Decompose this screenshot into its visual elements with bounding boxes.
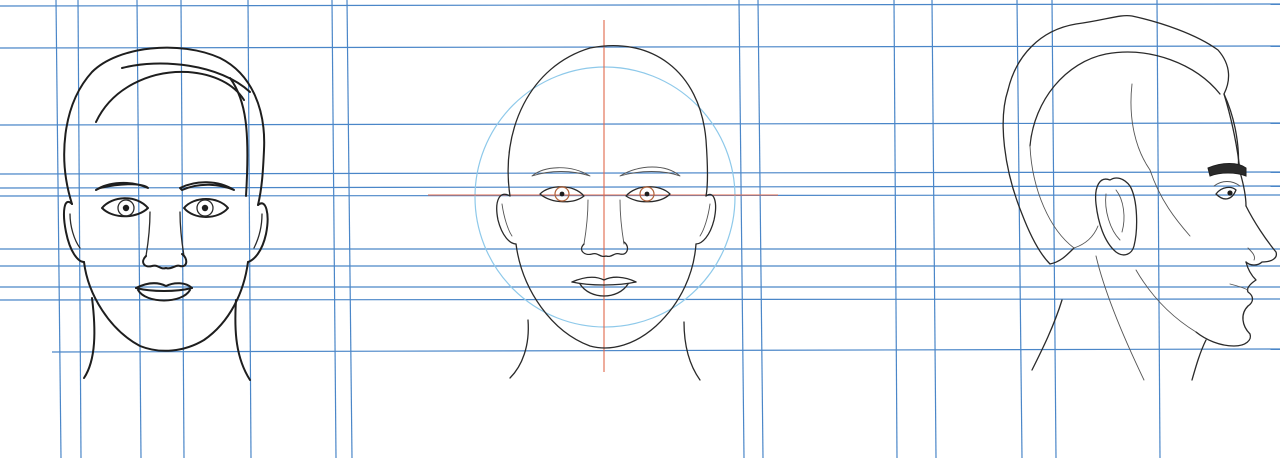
nostril	[1247, 247, 1255, 261]
head-outline	[63, 46, 266, 206]
pupil	[1227, 190, 1233, 196]
nose-bridge-right	[619, 199, 625, 245]
side-profile-head	[1002, 14, 1278, 381]
neck-left	[509, 319, 529, 379]
hair-line	[95, 70, 245, 123]
front-view-face	[63, 46, 269, 381]
right-pupil	[201, 204, 209, 212]
right-eyebrow	[179, 181, 235, 191]
left-ear	[496, 193, 517, 245]
hair-strand	[1029, 145, 1099, 249]
eye	[1215, 186, 1237, 200]
front-view-head-construction	[428, 20, 778, 381]
right-eyebrow	[619, 166, 681, 177]
cranium-guide-circle	[474, 66, 736, 328]
hair-inner	[1029, 51, 1221, 147]
neck-front	[1191, 339, 1207, 381]
guide-v	[346, 0, 353, 458]
guide-h	[0, 298, 1280, 301]
right-ear-inner	[699, 203, 711, 237]
right-ear-inner	[253, 213, 263, 249]
hair-line	[229, 77, 249, 197]
guide-v	[180, 0, 185, 458]
left-ear-inner	[69, 213, 81, 249]
ear-inner	[1115, 189, 1125, 233]
proportion-grid	[0, 0, 1280, 458]
guide-v	[1051, 0, 1057, 458]
left-eyebrow	[531, 167, 591, 177]
neck-line	[1095, 255, 1145, 381]
guide-v	[1016, 0, 1023, 458]
ear	[1094, 177, 1138, 256]
guide-h	[51, 348, 1280, 353]
guide-h	[0, 122, 1280, 126]
nose-bridge-left	[583, 199, 589, 245]
jaw-line	[1135, 269, 1197, 333]
guide-v	[247, 0, 252, 458]
right-ear	[695, 193, 717, 245]
drawing-canvas	[0, 0, 1280, 458]
cheek-contour	[1149, 169, 1191, 237]
left-ear-inner	[501, 203, 513, 237]
mouth-line	[135, 287, 193, 292]
chin-profile	[1195, 305, 1252, 347]
guide-v	[136, 0, 142, 458]
neck-right	[234, 299, 251, 381]
neck-left	[83, 297, 96, 379]
right-ear	[247, 202, 269, 263]
guide-v	[331, 0, 337, 458]
left-ear	[63, 201, 85, 263]
guide-v	[55, 0, 62, 458]
guide-v	[931, 0, 937, 458]
guide-v	[738, 0, 745, 458]
guide-h	[0, 3, 1280, 7]
horizontal-guides	[0, 3, 1280, 353]
eyelid	[1213, 181, 1241, 187]
nose-profile	[1245, 205, 1278, 266]
hair-outline	[1007, 14, 1240, 171]
vertical-guides	[55, 0, 1161, 458]
hair-strand	[1130, 83, 1151, 171]
right-pupil	[644, 191, 650, 197]
guide-v	[77, 0, 82, 458]
guide-v	[1156, 0, 1161, 458]
neck-back	[1031, 299, 1063, 371]
ear-inner	[1105, 193, 1121, 241]
left-eyebrow	[95, 182, 149, 191]
left-pupil	[559, 191, 565, 197]
guide-v	[757, 0, 764, 458]
jaw-outline	[83, 261, 249, 352]
guide-v	[893, 0, 898, 458]
left-pupil	[122, 204, 130, 212]
eyebrow	[1207, 163, 1247, 177]
guide-h	[0, 45, 1280, 49]
